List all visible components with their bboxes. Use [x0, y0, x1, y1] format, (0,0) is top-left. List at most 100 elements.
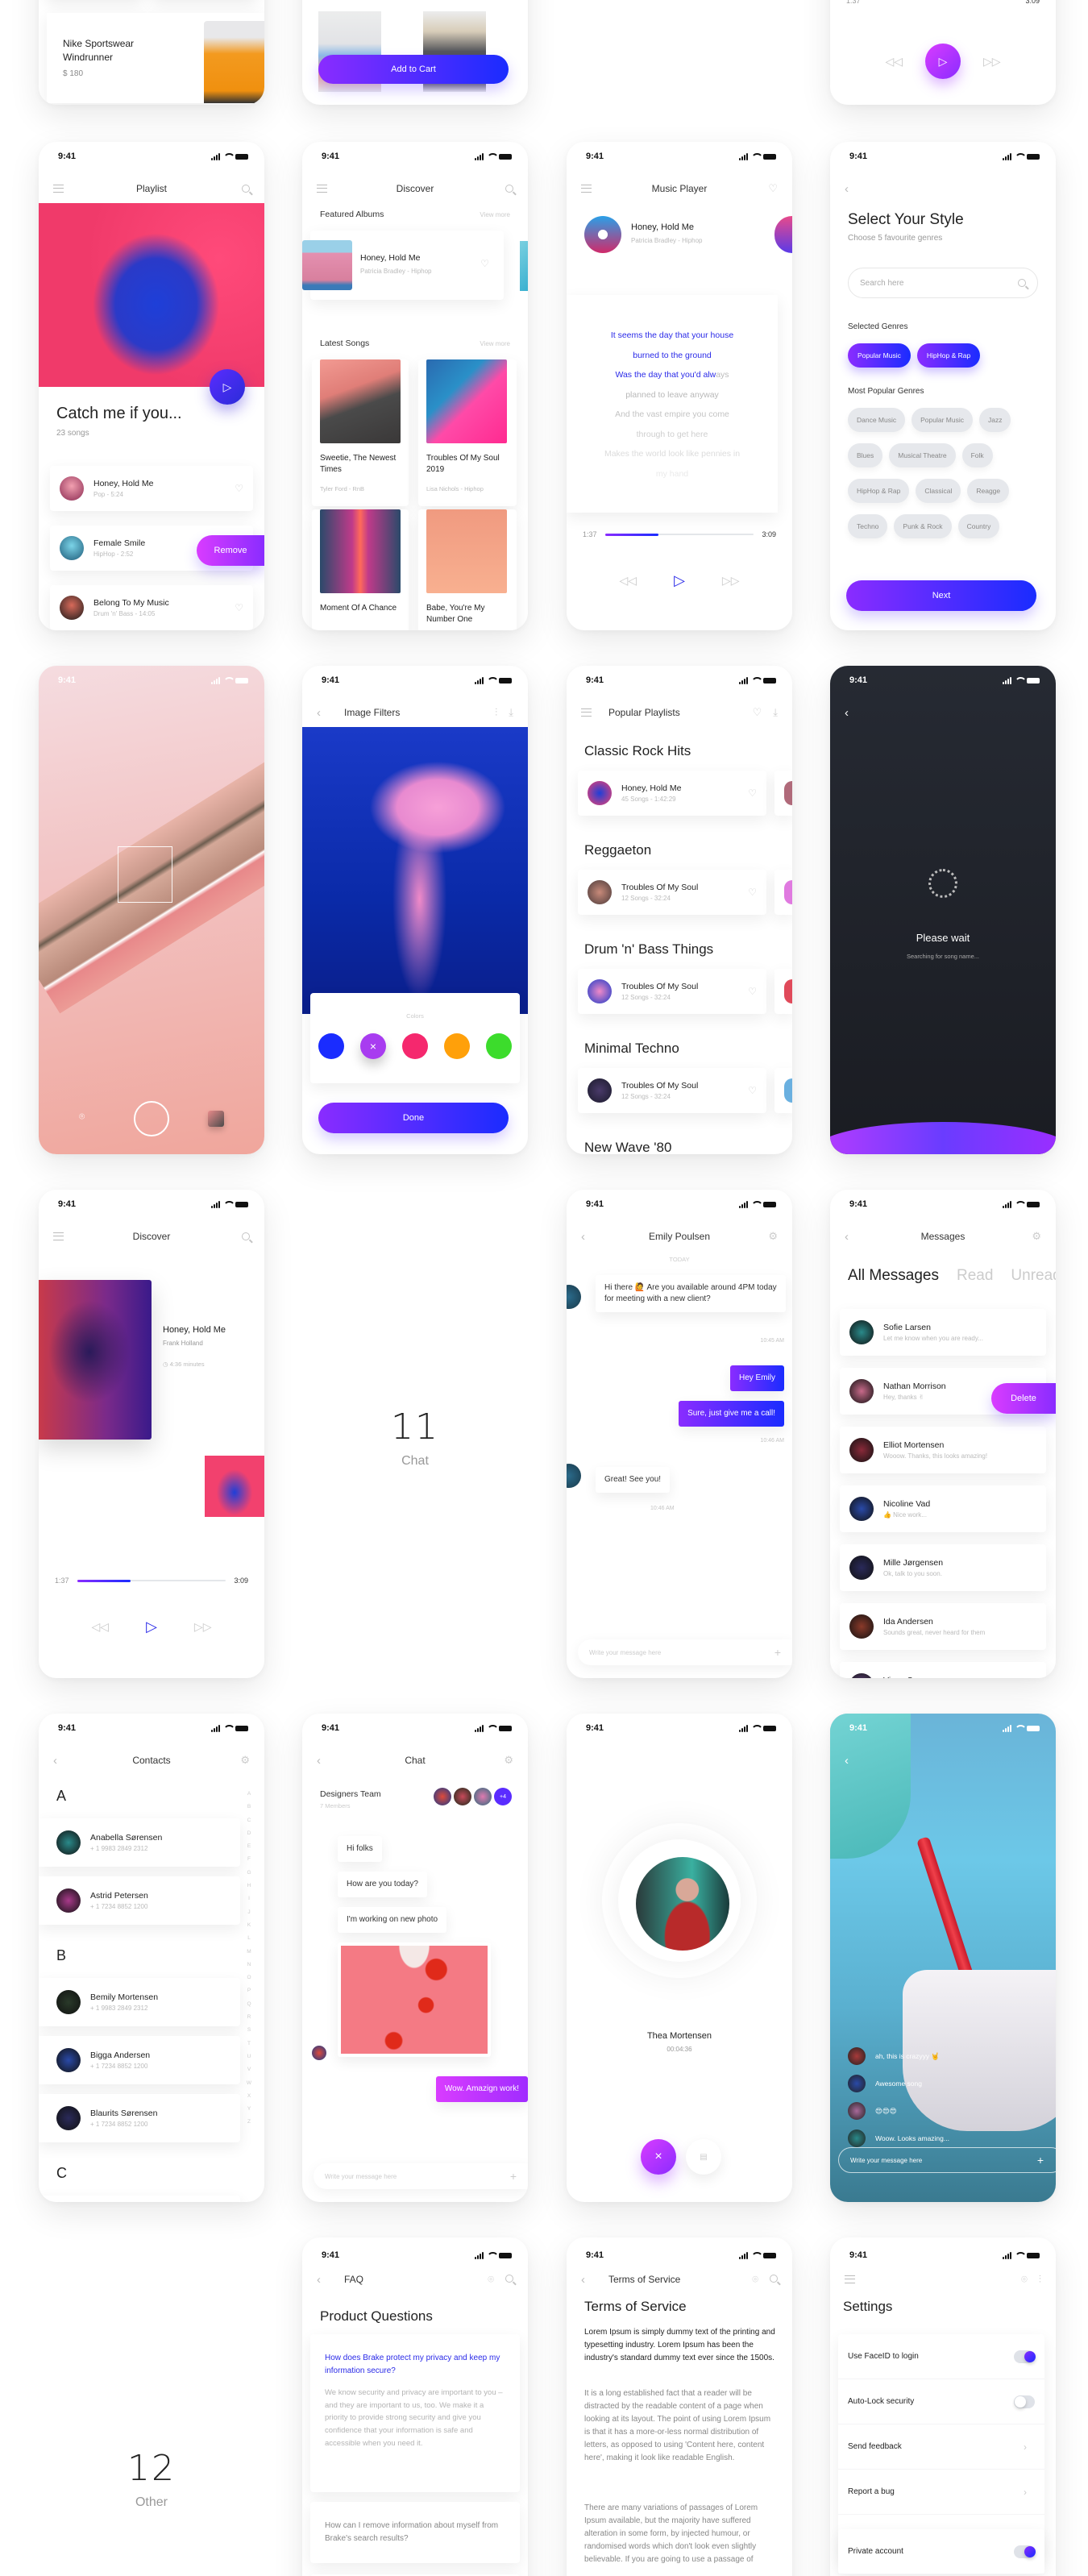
- toggle-switch[interactable]: [1014, 2395, 1035, 2408]
- back-icon[interactable]: ‹: [845, 1754, 849, 1768]
- alphabet-letter[interactable]: I: [245, 1893, 253, 1905]
- adjust-icon[interactable]: ⫶: [1039, 2273, 1041, 2286]
- done-button[interactable]: Done: [318, 1103, 509, 1133]
- color-swatch-selected[interactable]: ×: [360, 1033, 386, 1059]
- settings-icon[interactable]: ⚙: [504, 1754, 513, 1767]
- settings-row[interactable]: Report a bug ›: [838, 2470, 1044, 2515]
- genre-chip[interactable]: Dance Music: [848, 408, 906, 432]
- genre-chip[interactable]: Reagge: [967, 479, 1010, 503]
- play-icon[interactable]: ▷: [674, 572, 685, 589]
- genre-chip[interactable]: Musical Theatre: [889, 443, 956, 467]
- next-button[interactable]: Next: [846, 580, 1036, 611]
- heart-icon[interactable]: ♡: [235, 602, 243, 613]
- download-icon[interactable]: ⤓: [509, 706, 513, 719]
- message-row[interactable]: Nicoline Vad 👍 Nice work...: [840, 1485, 1046, 1532]
- play-button[interactable]: ▷: [210, 369, 245, 405]
- message-input[interactable]: Write your message here +: [838, 2147, 1056, 2173]
- menu-icon[interactable]: [581, 706, 592, 720]
- contact-row[interactable]: Bigga Andersen + 1 7234 8852 1200: [39, 2036, 240, 2084]
- tab-all-messages[interactable]: All Messages: [848, 1267, 939, 1284]
- fast-forward-icon[interactable]: ▷▷: [194, 1620, 212, 1634]
- genre-chip[interactable]: Techno: [848, 514, 888, 538]
- genre-chip-selected[interactable]: HipHop & Rap: [916, 343, 981, 368]
- settings-row[interactable]: Send feedback ›: [838, 2424, 1044, 2470]
- settings-row[interactable]: Auto-Lock security: [838, 2379, 1044, 2424]
- genre-chip[interactable]: Popular Music: [912, 408, 973, 432]
- genre-chip[interactable]: Punk & Rock: [894, 514, 952, 538]
- genre-chip[interactable]: Classical: [916, 479, 961, 503]
- playlist-card[interactable]: Honey, Hold Me 45 Songs - 1:42:29 ♡: [578, 771, 766, 816]
- add-icon[interactable]: +: [1037, 2154, 1044, 2167]
- download-icon[interactable]: ⤓: [773, 706, 778, 719]
- alphabet-letter[interactable]: U: [245, 2050, 253, 2063]
- member-avatars[interactable]: +4: [434, 1788, 512, 1805]
- search-icon[interactable]: [505, 185, 513, 193]
- adjust-icon[interactable]: ⫶: [495, 706, 497, 719]
- progress-bar[interactable]: 1:37 3:09: [583, 530, 776, 538]
- genre-chip[interactable]: HipHop & Rap: [848, 479, 910, 503]
- progress-bar[interactable]: 1:37 3:09: [55, 1577, 248, 1585]
- back-icon[interactable]: ‹: [845, 706, 849, 720]
- toggle-switch[interactable]: [1014, 2350, 1036, 2363]
- rewind-icon[interactable]: ◁◁: [92, 1620, 110, 1634]
- message-row[interactable]: Ida Andersen Sounds great, never heard fo…: [840, 1603, 1046, 1650]
- fast-forward-icon[interactable]: ▷▷: [983, 55, 1001, 69]
- menu-icon[interactable]: [53, 1230, 64, 1244]
- back-icon[interactable]: ‹: [845, 182, 849, 196]
- color-swatch[interactable]: [444, 1033, 470, 1059]
- menu-icon[interactable]: [845, 2273, 855, 2287]
- contact-row[interactable]: Clara Knudsen: [39, 2196, 240, 2202]
- back-icon[interactable]: ‹: [53, 1754, 57, 1768]
- add-icon[interactable]: +: [510, 2170, 517, 2183]
- contact-row[interactable]: Anabella Sørensen + 1 9983 2849 2312: [39, 1818, 240, 1867]
- message-input[interactable]: Write your message here +: [314, 2163, 528, 2189]
- fast-forward-icon[interactable]: ▷▷: [722, 574, 740, 588]
- rewind-icon[interactable]: ◁◁: [620, 574, 637, 588]
- search-icon[interactable]: [242, 1232, 250, 1240]
- alphabet-letter[interactable]: G: [245, 1867, 253, 1880]
- playlist-card[interactable]: Troubles Of My Soul 12 Songs - 32:24 ♡: [578, 969, 766, 1014]
- alphabet-letter[interactable]: L: [245, 1932, 253, 1945]
- song-card[interactable]: Troubles Of My Soul 2019 Lisa Nichols - …: [418, 359, 517, 506]
- end-call-button[interactable]: ×: [641, 2139, 676, 2175]
- remove-button[interactable]: Remove: [197, 535, 264, 566]
- message-row[interactable]: Elliot Mortensen Wooow. Thanks, this look…: [840, 1427, 1046, 1473]
- menu-icon[interactable]: [317, 182, 327, 196]
- back-icon[interactable]: ‹: [317, 1754, 321, 1768]
- playlist-card[interactable]: Troubles Of My Soul 12 Songs - 32:24 ♡: [578, 1068, 766, 1113]
- add-icon[interactable]: +: [774, 1646, 781, 1659]
- location-icon[interactable]: ⌾: [1021, 2273, 1028, 2286]
- location-icon[interactable]: ⌾: [752, 2273, 758, 2286]
- alphabet-letter[interactable]: D: [245, 1827, 253, 1840]
- alphabet-letter[interactable]: N: [245, 1959, 253, 1971]
- genre-chip[interactable]: Folk: [961, 443, 993, 467]
- alphabet-letter[interactable]: A: [245, 1788, 253, 1801]
- search-icon[interactable]: [1018, 279, 1026, 287]
- shutter-button[interactable]: [134, 1101, 169, 1136]
- alphabet-letter[interactable]: M: [245, 1946, 253, 1959]
- settings-icon[interactable]: ⚙: [1032, 1230, 1041, 1243]
- contact-row[interactable]: Blaurits Sørensen + 1 7234 8852 1200: [39, 2094, 240, 2142]
- genre-chip[interactable]: Country: [957, 514, 1000, 538]
- song-row[interactable]: Honey, Hold Me Pop - 5:24 ♡: [50, 466, 253, 511]
- alphabet-letter[interactable]: J: [245, 1906, 253, 1919]
- back-icon[interactable]: ‹: [581, 1230, 585, 1244]
- progress-track[interactable]: [77, 1579, 226, 1582]
- alphabet-letter[interactable]: P: [245, 1984, 253, 1997]
- settings-icon[interactable]: ⚙: [240, 1754, 250, 1767]
- alphabet-letter[interactable]: C: [245, 1814, 253, 1827]
- genre-chip[interactable]: Blues: [848, 443, 883, 467]
- settings-icon[interactable]: ⚙: [768, 1230, 778, 1243]
- alphabet-letter[interactable]: R: [245, 2011, 253, 2024]
- message-row[interactable]: Sofie Larsen Let me know when you are rea…: [840, 1309, 1046, 1356]
- color-swatch[interactable]: [402, 1033, 428, 1059]
- search-icon[interactable]: [242, 185, 250, 193]
- toggle-switch[interactable]: [1014, 2545, 1036, 2558]
- alphabet-letter[interactable]: T: [245, 2038, 253, 2050]
- heart-icon[interactable]: ♡: [748, 1085, 757, 1096]
- song-card[interactable]: Babe, You're My Number One Jack Rodrigue…: [418, 509, 517, 630]
- alphabet-letter[interactable]: F: [245, 1853, 253, 1866]
- back-icon[interactable]: ‹: [317, 2273, 321, 2287]
- view-more-link[interactable]: View more: [480, 340, 510, 347]
- play-button[interactable]: ▷: [925, 44, 961, 79]
